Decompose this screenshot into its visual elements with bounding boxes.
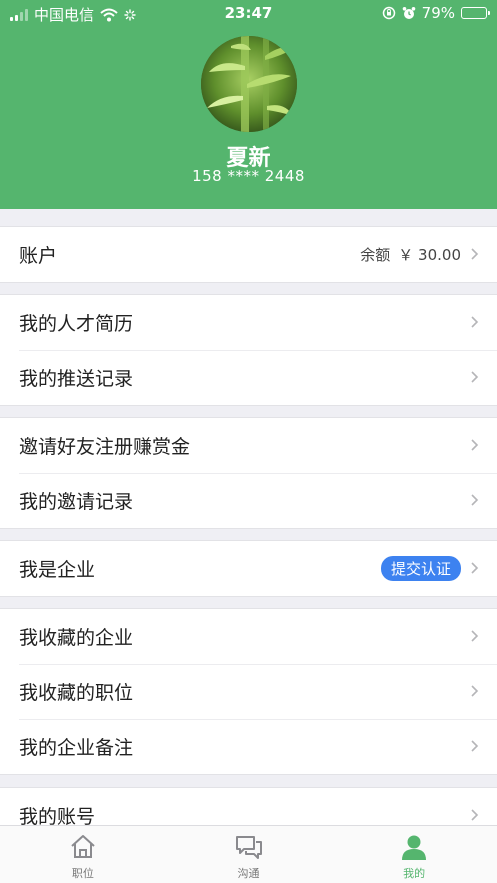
company-notes-label: 我的企业备注: [19, 737, 134, 759]
invite-friends-label: 邀请好友注册赚赏金: [19, 436, 191, 458]
account-row[interactable]: 账户 余额 ￥ 30.00: [0, 227, 497, 282]
company-notes-row[interactable]: 我的企业备注: [0, 719, 497, 774]
tab-jobs-label: 职位: [71, 867, 94, 880]
push-records-row[interactable]: 我的推送记录: [0, 350, 497, 405]
tab-chat[interactable]: 沟通: [166, 826, 332, 883]
home-icon: [71, 835, 95, 858]
resume-row[interactable]: 我的人才简历: [0, 295, 497, 350]
tab-mine-label: 我的: [403, 867, 426, 880]
chevron-right-icon: [471, 316, 479, 328]
invite-group: 邀请好友注册赚赏金 我的邀请记录: [0, 417, 497, 529]
chevron-right-icon: [471, 562, 479, 574]
battery-icon: [461, 7, 490, 19]
chat-bubbles-icon: [235, 836, 262, 859]
account-label: 账户: [19, 245, 58, 267]
person-icon: [402, 835, 427, 860]
push-records-label: 我的推送记录: [19, 368, 134, 390]
account-group: 账户 余额 ￥ 30.00: [0, 226, 497, 283]
chevron-right-icon: [471, 809, 479, 821]
i-am-company-row[interactable]: 我是企业 提交认证: [0, 541, 497, 596]
fav-companies-label: 我收藏的企业: [19, 627, 134, 649]
chevron-right-icon: [471, 371, 479, 383]
rotation-lock-icon: [382, 6, 395, 20]
invite-records-row[interactable]: 我的邀请记录: [0, 473, 497, 528]
favorites-group: 我收藏的企业 我收藏的职位 我的企业备注: [0, 608, 497, 775]
profile-header: 中国电信 23:47 79% 夏新 158 **** 2448: [0, 0, 497, 209]
fav-jobs-row[interactable]: 我收藏的职位: [0, 664, 497, 719]
resume-group: 我的人才简历 我的推送记录: [0, 294, 497, 406]
alarm-icon: [402, 7, 415, 19]
tab-mine[interactable]: 我的: [331, 826, 497, 883]
chevron-right-icon: [471, 740, 479, 752]
chevron-right-icon: [471, 685, 479, 697]
user-phone: 158 **** 2448: [192, 167, 305, 185]
resume-label: 我的人才简历: [19, 313, 134, 335]
tab-jobs[interactable]: 职位: [0, 826, 166, 883]
chevron-right-icon: [471, 494, 479, 506]
tab-chat-label: 沟通: [237, 867, 260, 880]
invite-friends-row[interactable]: 邀请好友注册赚赏金: [0, 418, 497, 473]
invite-records-label: 我的邀请记录: [19, 491, 134, 513]
company-group: 我是企业 提交认证: [0, 540, 497, 597]
chevron-right-icon: [471, 630, 479, 642]
status-bar: 中国电信 23:47 79%: [0, 0, 497, 26]
fav-jobs-label: 我收藏的职位: [19, 682, 134, 704]
i-am-company-label: 我是企业: [19, 559, 96, 581]
chevron-right-icon: [471, 439, 479, 451]
balance: 余额 ￥ 30.00: [360, 227, 461, 282]
chevron-right-icon: [471, 248, 479, 260]
balance-value: ￥ 30.00: [398, 246, 461, 264]
bottom-tab-bar: 职位 沟通 我的: [0, 825, 497, 883]
avatar[interactable]: [201, 36, 297, 132]
battery-percent: 79%: [421, 4, 455, 22]
fav-companies-row[interactable]: 我收藏的企业: [0, 609, 497, 664]
submit-certification-badge[interactable]: 提交认证: [380, 556, 461, 581]
bamboo-avatar-image: [201, 36, 297, 132]
balance-label: 余额: [360, 246, 391, 264]
